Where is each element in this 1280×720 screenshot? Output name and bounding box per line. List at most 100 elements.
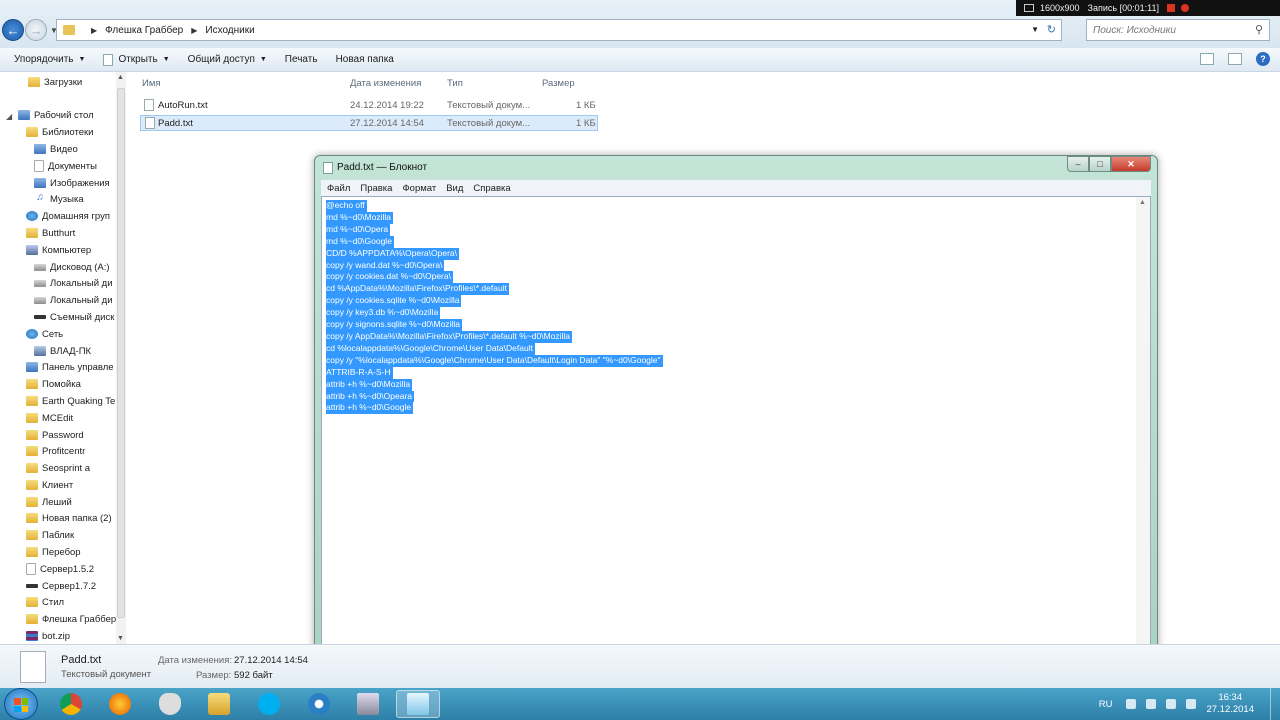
chevron-down-icon[interactable]: ▼ [1031, 25, 1039, 34]
nav-scrollbar[interactable]: ▲ ▼ [116, 72, 126, 644]
stop-record-icon[interactable] [1166, 4, 1175, 12]
close-button[interactable]: ✕ [1111, 156, 1151, 172]
address-row: ← → ▼ ▶ Флешка Граббер ▶ Исходники ▼ ↻ П… [0, 16, 1280, 44]
minimize-button[interactable]: – [1067, 156, 1089, 172]
address-bar[interactable]: ▶ Флешка Граббер ▶ Исходники ▼ ↻ [56, 19, 1062, 41]
nav-label: Butthurt [42, 227, 76, 239]
share-button[interactable]: Общий доступ ▼ [188, 54, 267, 65]
nav-homegroup[interactable]: Домашняя груп [26, 208, 110, 224]
column-date[interactable]: Дата изменения [350, 78, 421, 89]
chevron-right-icon[interactable]: ▶ [91, 26, 97, 35]
nav-video[interactable]: Видео [34, 141, 78, 157]
nav-mcedit[interactable]: MCEdit [26, 410, 73, 426]
print-button[interactable]: Печать [285, 54, 318, 65]
menu-format[interactable]: Формат [402, 183, 436, 194]
nav-desktop[interactable]: Рабочий стол [18, 107, 94, 123]
column-type[interactable]: Тип [447, 78, 463, 89]
file-row[interactable]: Padd.txt 27.12.2014 14:54 Текстовый доку… [140, 115, 598, 131]
nav-removable[interactable]: Съемный диск [34, 309, 114, 325]
file-row[interactable]: AutoRun.txt 24.12.2014 19:22 Текстовый д… [140, 98, 598, 114]
details-size-label: Размер: [196, 670, 232, 681]
vertical-scrollbar[interactable]: ▲ ▼ [1136, 197, 1150, 665]
nav-password[interactable]: Password [26, 427, 84, 443]
nav-leshiy[interactable]: Леший [26, 494, 72, 510]
record-icon[interactable] [1180, 4, 1189, 12]
window-capture-icon[interactable] [1024, 4, 1034, 12]
view-options-icon[interactable] [1200, 53, 1214, 65]
nav-pomoyka[interactable]: Помойка [26, 376, 81, 392]
flag-icon[interactable] [1186, 699, 1197, 709]
nav-local-disk-2[interactable]: Локальный ди [34, 292, 113, 308]
search-input[interactable]: Поиск: Исходники ⚲ [1086, 19, 1270, 41]
taskbar-firefox[interactable] [98, 690, 142, 718]
recorder-resolution[interactable]: 1600x900 [1040, 3, 1080, 13]
scroll-down-icon[interactable]: ▼ [117, 635, 124, 642]
nav-client[interactable]: Клиент [26, 477, 73, 493]
scroll-up-icon[interactable]: ▲ [117, 74, 124, 81]
nav-libraries[interactable]: Библиотеки [26, 124, 93, 140]
chevron-right-icon[interactable]: ▶ [191, 26, 197, 35]
taskbar-notepad[interactable] [396, 690, 440, 718]
network-icon[interactable] [1146, 699, 1157, 709]
show-desktop-button[interactable] [1270, 688, 1280, 720]
nav-perebor[interactable]: Перебор [26, 544, 81, 560]
nav-server172[interactable]: Сервер1.7.2 [26, 578, 96, 594]
preview-pane-icon[interactable] [1228, 53, 1242, 65]
nav-botzip[interactable]: bot.zip [26, 628, 70, 644]
nav-images[interactable]: Изображения [34, 175, 110, 191]
taskbar-chrome[interactable] [49, 690, 93, 718]
taskbar-explorer[interactable] [197, 690, 241, 718]
nav-fleshka[interactable]: Флешка Граббер [26, 611, 116, 627]
forward-button[interactable]: → [25, 19, 47, 41]
folder-icon [26, 597, 38, 607]
new-folder-button[interactable]: Новая папка [336, 54, 394, 65]
steam-icon[interactable] [1126, 699, 1137, 709]
nav-earth[interactable]: Earth Quaking Te [26, 393, 115, 409]
language-indicator[interactable]: RU [1099, 699, 1113, 710]
text-editor[interactable]: @echo off md %~d0\Mozilla md %~d0\Opera … [321, 196, 1151, 678]
chrome-icon [60, 693, 82, 715]
column-name[interactable]: Имя [142, 78, 161, 89]
menu-edit[interactable]: Правка [360, 183, 392, 194]
breadcrumb-flashka[interactable]: Флешка Граббер [105, 25, 183, 36]
nav-style[interactable]: Стил [26, 594, 64, 610]
menu-help[interactable]: Справка [473, 183, 510, 194]
collapse-icon[interactable]: ◢ [6, 112, 12, 121]
nav-server152[interactable]: Сервер1.5.2 [26, 561, 94, 577]
volume-icon[interactable] [1166, 699, 1177, 709]
nav-drive-a[interactable]: Дисковод (A:) [34, 259, 110, 275]
back-button[interactable]: ← [2, 19, 24, 41]
organize-button[interactable]: Упорядочить ▼ [14, 54, 85, 65]
taskbar-app-pc[interactable] [346, 690, 390, 718]
clock[interactable]: 16:34 27.12.2014 [1206, 692, 1254, 716]
column-size[interactable]: Размер [542, 78, 575, 89]
nav-downloads[interactable]: Загрузки [28, 74, 82, 90]
open-button[interactable]: Открыть ▼ [103, 53, 170, 66]
nav-profitcentr[interactable]: Profitcentr [26, 443, 85, 459]
nav-butthurt[interactable]: Butthurt [26, 225, 75, 241]
menu-file[interactable]: Файл [327, 183, 350, 194]
nav-music[interactable]: ♫ Музыка [34, 191, 83, 207]
nav-vlad-pc[interactable]: ВЛАД-ПК [34, 343, 91, 359]
nav-control-panel[interactable]: Панель управле [26, 359, 114, 375]
refresh-icon[interactable]: ↻ [1047, 23, 1056, 36]
nav-new-folder-2[interactable]: Новая папка (2) [26, 510, 112, 526]
taskbar-app-gear[interactable] [297, 690, 341, 718]
nav-network[interactable]: Сеть [26, 326, 63, 342]
maximize-button[interactable]: □ [1089, 156, 1111, 172]
scroll-up-icon[interactable]: ▲ [1139, 199, 1146, 206]
nav-local-disk-1[interactable]: Локальный ди [34, 275, 113, 291]
menu-view[interactable]: Вид [446, 183, 463, 194]
nav-computer[interactable]: Компьютер [26, 242, 91, 258]
taskbar-alien-app[interactable] [148, 690, 192, 718]
nav-documents[interactable]: Документы [34, 158, 97, 174]
help-icon[interactable]: ? [1256, 52, 1270, 66]
taskbar-skype[interactable] [247, 690, 291, 718]
nav-publik[interactable]: Паблик [26, 527, 74, 543]
nav-seosprint[interactable]: Seosprint а [26, 460, 90, 476]
file-date: 24.12.2014 19:22 [350, 100, 424, 111]
breadcrumb-sources[interactable]: Исходники [205, 25, 254, 36]
search-icon[interactable]: ⚲ [1255, 23, 1263, 36]
start-button[interactable] [4, 688, 38, 720]
scroll-thumb[interactable] [117, 88, 125, 618]
